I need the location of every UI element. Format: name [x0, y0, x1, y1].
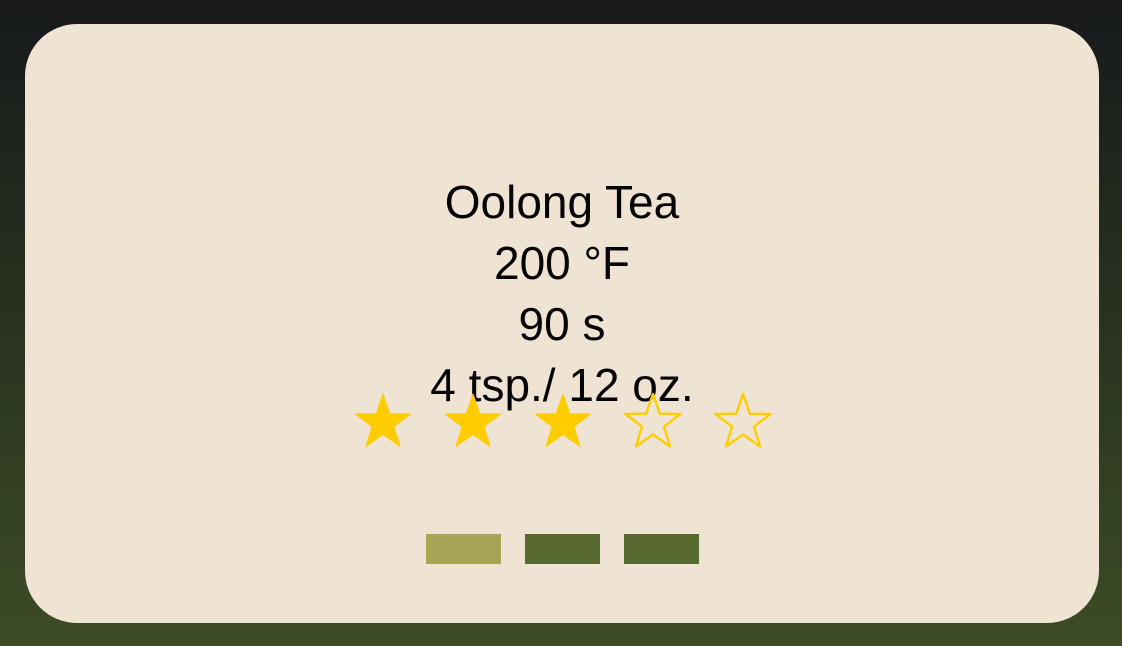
- page-indicator-segment[interactable]: [624, 534, 699, 564]
- star-outline-icon[interactable]: [712, 390, 774, 452]
- star-filled-icon[interactable]: [532, 390, 594, 452]
- tea-info: Oolong Tea 200 °F 90 s 4 tsp./ 12 oz.: [25, 172, 1099, 416]
- page-indicator-segment[interactable]: [525, 534, 600, 564]
- star-rating[interactable]: [352, 390, 782, 452]
- star-filled-icon[interactable]: [352, 390, 414, 452]
- tea-card: Oolong Tea 200 °F 90 s 4 tsp./ 12 oz.: [25, 24, 1099, 623]
- tea-steep-time: 90 s: [518, 298, 606, 350]
- tea-name: Oolong Tea: [444, 176, 680, 228]
- star-outline-icon[interactable]: [622, 390, 684, 452]
- star-filled-icon[interactable]: [442, 390, 504, 452]
- page-indicator[interactable]: [426, 534, 700, 564]
- page-indicator-segment[interactable]: [426, 534, 501, 564]
- tea-temperature: 200 °F: [493, 237, 631, 289]
